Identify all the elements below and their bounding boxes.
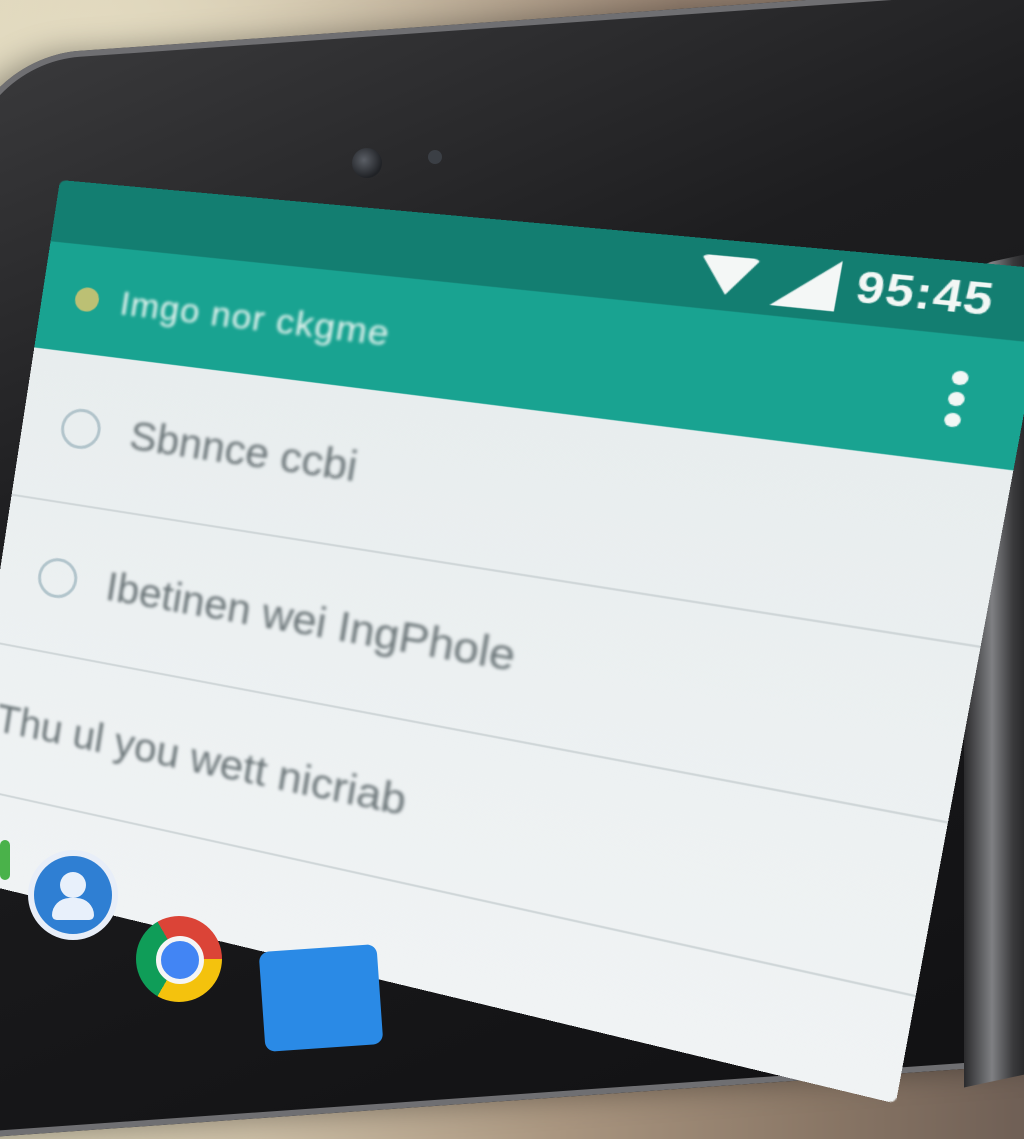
circle-icon — [58, 406, 104, 452]
app-icon — [73, 286, 101, 313]
list-item-label: Thu ul you wett nicriab — [0, 696, 410, 825]
proximity-sensor-icon — [428, 150, 442, 164]
partial-app-icon — [0, 840, 10, 880]
status-time: 95:45 — [852, 263, 999, 326]
files-icon[interactable] — [258, 944, 384, 1052]
wifi-icon — [695, 254, 759, 298]
chrome-icon[interactable] — [136, 916, 222, 1002]
contacts-icon[interactable] — [28, 850, 118, 940]
front-camera-icon — [352, 148, 382, 178]
circle-icon — [35, 555, 81, 602]
list-item-label: Sbnnce ccbi — [126, 413, 361, 491]
list-item-label: Ibetinen wei IngPhole — [103, 564, 520, 681]
overflow-menu-icon[interactable] — [928, 359, 985, 439]
cell-signal-icon — [769, 255, 842, 311]
